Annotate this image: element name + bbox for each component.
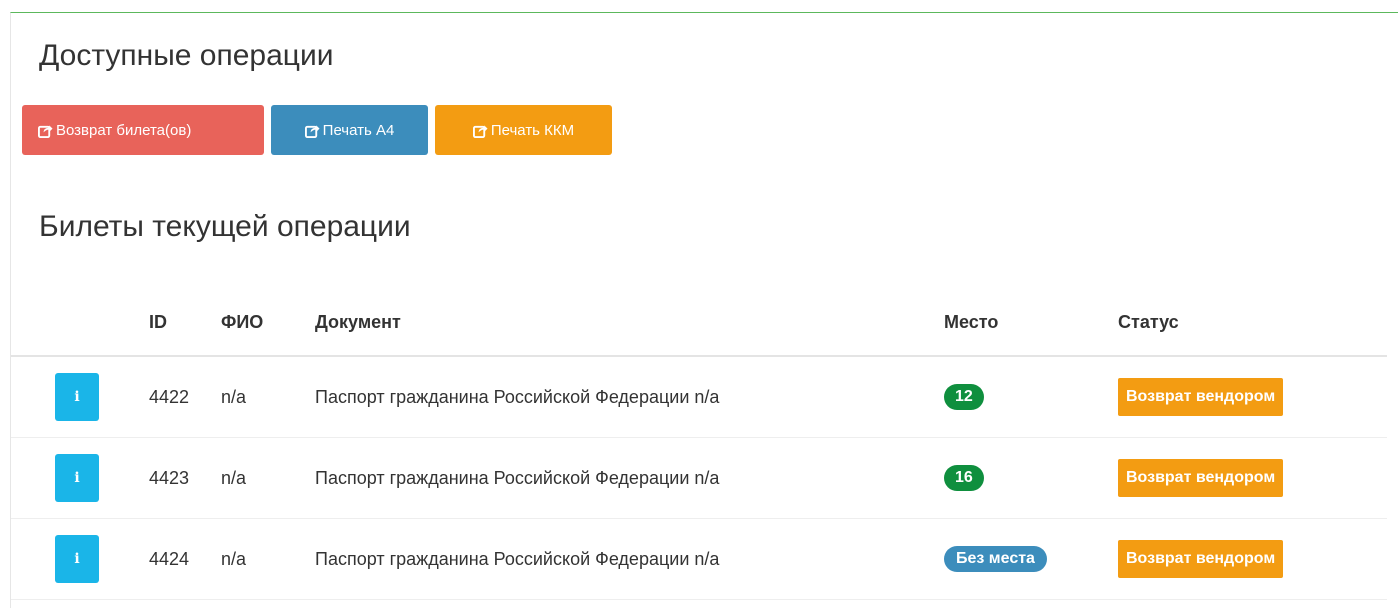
operations-panel: Доступные операции Возврат билета(ов) Пе… (10, 12, 1398, 608)
share-square-icon (304, 124, 320, 138)
column-header-fio: ФИО (221, 289, 315, 357)
table-row: i 4423 n/a Паспорт гражданина Российской… (11, 437, 1387, 519)
refund-tickets-label: Возврат билета(ов) (56, 121, 192, 139)
print-a4-button[interactable]: Печать А4 (271, 105, 428, 155)
operations-title: Доступные операции (39, 39, 334, 72)
print-kkm-button[interactable]: Печать ККМ (435, 105, 612, 155)
operations-toolbar: Возврат билета(ов) Печать А4 Печать ККМ (22, 105, 612, 155)
ticket-id: 4423 (139, 437, 221, 519)
ticket-fio: n/a (221, 518, 315, 600)
ticket-document: Паспорт гражданина Российской Федерации … (315, 356, 944, 438)
seat-badge: Без места (944, 546, 1047, 572)
refund-tickets-button[interactable]: Возврат билета(ов) (22, 105, 264, 155)
ticket-document: Паспорт гражданина Российской Федерации … (315, 437, 944, 519)
column-header-info (11, 289, 139, 357)
share-square-icon (38, 124, 53, 138)
column-header-id: ID (139, 289, 221, 357)
tickets-title: Билеты текущей операции (39, 210, 411, 243)
status-badge: Возврат вендором (1118, 459, 1284, 497)
ticket-info-button[interactable]: i (55, 535, 99, 583)
status-badge: Возврат вендором (1118, 540, 1284, 578)
ticket-info-button[interactable]: i (55, 373, 99, 421)
status-badge: Возврат вендором (1118, 378, 1284, 416)
ticket-fio: n/a (221, 356, 315, 438)
info-icon: i (74, 551, 80, 567)
share-square-icon (472, 124, 488, 138)
seat-badge: 12 (944, 384, 984, 410)
print-kkm-label: Печать ККМ (490, 121, 575, 139)
info-icon: i (74, 389, 80, 405)
tickets-table: ID ФИО Документ Место Статус i 4422 n/a … (11, 289, 1387, 600)
table-row: i 4424 n/a Паспорт гражданина Российской… (11, 518, 1387, 600)
column-header-seat: Место (944, 289, 1118, 357)
column-header-status: Статус (1118, 289, 1387, 357)
seat-badge: 16 (944, 465, 984, 491)
ticket-id: 4422 (139, 356, 221, 438)
ticket-fio: n/a (221, 437, 315, 519)
table-row: i 4422 n/a Паспорт гражданина Российской… (11, 356, 1387, 438)
print-a4-label: Печать А4 (322, 121, 395, 139)
column-header-document: Документ (315, 289, 944, 357)
table-header-row: ID ФИО Документ Место Статус (11, 289, 1387, 357)
info-icon: i (74, 470, 80, 486)
ticket-id: 4424 (139, 518, 221, 600)
ticket-document: Паспорт гражданина Российской Федерации … (315, 518, 944, 600)
ticket-info-button[interactable]: i (55, 454, 99, 502)
